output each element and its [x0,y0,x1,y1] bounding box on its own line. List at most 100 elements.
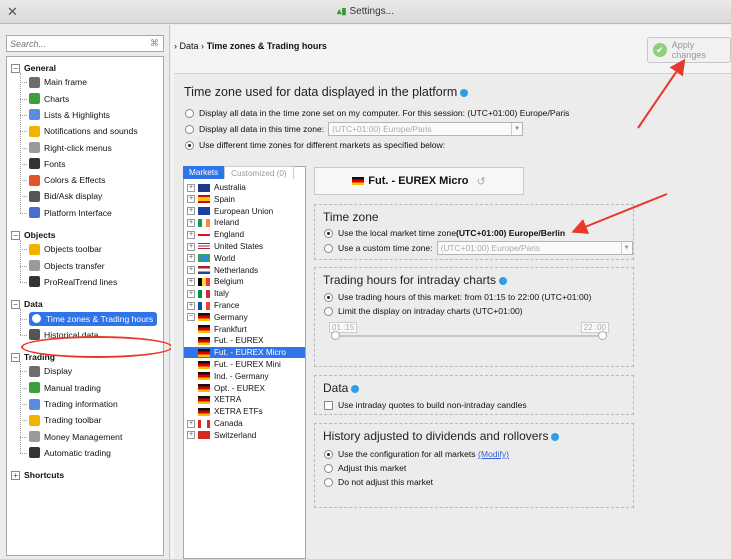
collapse-icon[interactable]: − [187,313,195,322]
sidebar-item-platform-interface[interactable]: Platform Interface [29,206,112,220]
sidebar-item-trading-toolbar[interactable]: Trading toolbar [29,413,101,427]
expand-icon[interactable]: + [187,266,195,275]
info-icon[interactable] [498,276,507,285]
market-row-spain[interactable]: + Spain [187,194,304,205]
clear-search-icon[interactable]: ⌘ [150,38,159,49]
breadcrumb-parent[interactable]: Data [180,41,199,51]
sidebar-group-general[interactable]: − General [11,61,56,75]
sidebar-item-display[interactable]: Display [29,364,72,378]
hours-range-slider[interactable]: 01 :15 22 :00 [329,322,609,342]
collapse-icon[interactable]: − [11,63,20,73]
sidebar-item-time-zones-trading-hours[interactable]: Time zones & Trading hours [29,311,158,326]
sidebar-item-main-frame[interactable]: Main frame [29,75,87,89]
expand-icon[interactable]: + [187,254,195,263]
collapse-icon[interactable]: − [11,230,20,240]
sidebar-group-shortcuts[interactable]: + Shortcuts [11,468,64,482]
radio-adjust[interactable] [324,463,333,473]
sidebar-item-notifications-and-sounds[interactable]: Notifications and sounds [29,124,138,138]
expand-icon[interactable]: + [187,419,195,428]
option-adjust[interactable]: Adjust this market [324,463,406,473]
sidebar-item-charts[interactable]: Charts [29,92,69,106]
market-row-ireland[interactable]: + Ireland [187,217,304,228]
market-row-france[interactable]: + France [187,300,304,311]
expand-icon[interactable]: + [187,195,195,204]
radio-computer-tz[interactable] [185,108,194,118]
expand-icon[interactable]: + [187,230,195,239]
radio-per-market-tz[interactable] [185,140,194,150]
sidebar-item-objects-toolbar[interactable]: Objects toolbar [29,242,102,256]
market-row-european-union[interactable]: + European Union [187,206,304,217]
sidebar-item-colors-effects[interactable]: Colors & Effects [29,173,105,187]
option-computer-tz[interactable]: Display all data in the time zone set on… [185,108,569,118]
radio-market-hours[interactable] [324,292,333,302]
market-row-frankfurt[interactable]: Frankfurt [184,324,305,335]
sidebar-item-objects-transfer[interactable]: Objects transfer [29,259,105,273]
radio-limit-display[interactable] [324,306,333,316]
option-limit-display[interactable]: Limit the display on intraday charts (UT… [324,306,523,316]
market-row-fut-eurex-micro[interactable]: Fut. - EUREX Micro [184,347,305,359]
market-row-united-states[interactable]: + United States [187,241,304,252]
apply-changes-button[interactable]: ✔ Apply changes [647,37,731,63]
option-local-tz[interactable]: Use the local market time zone (UTC+01:0… [324,228,565,238]
info-icon[interactable] [551,432,560,441]
sidebar-item-manual-trading[interactable]: Manual trading [29,381,101,395]
expand-icon[interactable]: + [187,207,195,216]
market-row-italy[interactable]: + Italy [187,288,304,299]
expand-icon[interactable]: + [187,431,195,440]
sidebar-item-trading-information[interactable]: Trading information [29,397,118,411]
expand-icon[interactable]: + [187,301,195,310]
reset-icon[interactable]: ↺ [477,175,486,188]
custom-tz-select[interactable]: (UTC+01:00) Europe/Paris ▼ [436,241,633,255]
market-row-australia[interactable]: + Australia [187,182,304,193]
radio-config-all[interactable] [324,449,333,459]
radio-custom-tz[interactable] [324,243,333,253]
option-no-adjust[interactable]: Do not adjust this market [324,477,433,487]
option-fixed-tz[interactable]: Display all data in this time zone: (UTC… [185,122,524,136]
market-row-england[interactable]: + England [187,229,304,240]
market-row-belgium[interactable]: + Belgium [187,276,304,287]
expand-icon[interactable]: + [187,183,195,192]
expand-icon[interactable]: + [187,242,195,251]
market-row-switzerland[interactable]: + Switzerland [187,430,304,441]
sidebar-item-right-click-menus[interactable]: Right-click menus [29,141,112,155]
checkbox-intraday-quotes[interactable] [324,400,333,410]
market-row-germany[interactable]: − Germany [187,312,304,323]
market-row-xetra[interactable]: XETRA [184,394,305,405]
radio-local-tz[interactable] [324,228,333,238]
sidebar-item-automatic-trading[interactable]: Automatic trading [29,446,111,460]
expand-icon[interactable]: + [187,277,195,286]
collapse-icon[interactable]: − [11,299,20,309]
tab-markets[interactable]: Markets [183,166,225,179]
expand-icon[interactable]: + [187,218,195,227]
radio-no-adjust[interactable] [324,477,333,487]
info-icon[interactable] [460,88,469,97]
market-row-canada[interactable]: + Canada [187,418,304,429]
option-custom-tz[interactable]: Use a custom time zone: (UTC+01:00) Euro… [324,241,633,255]
modify-link[interactable]: (Modify) [478,449,509,459]
market-row-fut-eurex-mini[interactable]: Fut. - EUREX Mini [184,359,305,370]
search-input[interactable] [7,36,137,51]
option-market-hours[interactable]: Use trading hours of this market: from 0… [324,292,591,302]
expand-icon[interactable]: + [187,289,195,298]
sidebar-item-prorealtrend-lines[interactable]: ProRealTrend lines [29,275,117,289]
collapse-icon[interactable]: − [11,352,20,362]
market-row-world[interactable]: + World [187,253,304,264]
sidebar-item-money-management[interactable]: Money Management [29,430,122,444]
market-row-ind-germany[interactable]: Ind. - Germany [184,371,305,382]
sidebar-item-bid-ask-display[interactable]: Bid/Ask display [29,189,102,203]
market-row-fut-eurex[interactable]: Fut. - EUREX [184,335,305,346]
info-icon[interactable] [351,384,360,393]
sidebar-group-objects[interactable]: − Objects [11,228,56,242]
option-intraday-quotes[interactable]: Use intraday quotes to build non-intrada… [324,400,527,410]
slider-end-handle[interactable] [598,331,607,340]
tz-select[interactable]: (UTC+01:00) Europe/Paris ▼ [328,122,524,136]
slider-start-handle[interactable] [331,331,340,340]
option-per-market-tz[interactable]: Use different time zones for different m… [185,140,445,150]
sidebar-group-data[interactable]: − Data [11,297,43,311]
market-row-opt-eurex[interactable]: Opt. - EUREX [184,383,305,394]
sidebar-item-lists-highlights[interactable]: Lists & Highlights [29,108,110,122]
sidebar-item-fonts[interactable]: Fonts [29,157,66,171]
tab-customized[interactable]: Customized (0) [224,166,294,179]
market-row-netherlands[interactable]: + Netherlands [187,265,304,276]
market-row-xetra-etfs[interactable]: XETRA ETFs [184,406,305,417]
